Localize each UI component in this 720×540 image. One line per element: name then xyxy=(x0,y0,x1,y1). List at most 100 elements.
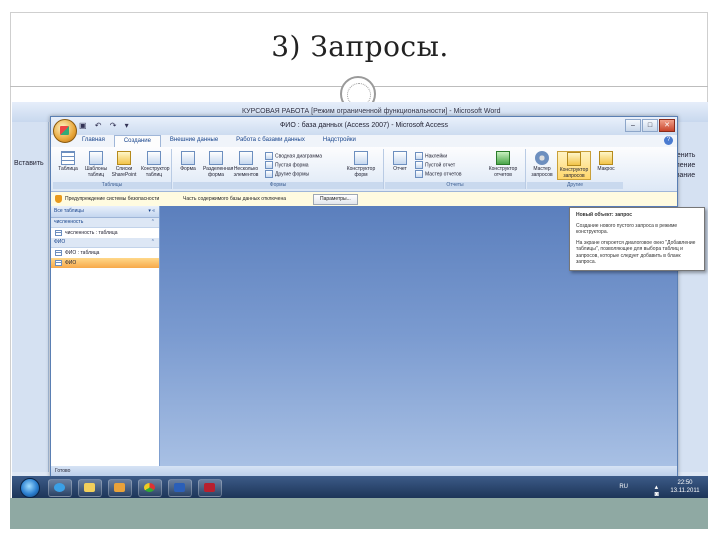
taskbar-access-button[interactable] xyxy=(198,479,222,497)
security-warning-text: Предупреждение системы безопасности xyxy=(65,196,160,202)
tray-icons[interactable]: ▴ ◙ ◈ ◀ xyxy=(655,483,662,498)
slide-title: 3) Запросы. xyxy=(271,30,449,63)
query-design-button[interactable]: Конструктор запросов xyxy=(557,151,591,180)
options-button[interactable]: Параметры... xyxy=(313,194,358,205)
form-icon xyxy=(181,151,195,165)
minimize-icon[interactable]: – xyxy=(625,119,641,132)
clock-date: 13.11.2011 xyxy=(670,488,700,494)
form-design-button[interactable]: Конструктор форм xyxy=(343,151,379,178)
start-button[interactable] xyxy=(20,478,40,498)
word-paste-label[interactable]: Вставить xyxy=(14,160,44,167)
query-wizard-label: Мастер запросов xyxy=(531,166,553,178)
taskbar-explorer-button[interactable] xyxy=(78,479,102,497)
collapse-icon[interactable]: ⌃ xyxy=(151,218,155,227)
group-label-reports: Отчеты xyxy=(385,182,525,189)
windows-taskbar: RU ▴ ◙ ◈ ◀ 22:50 13.11.2011 xyxy=(12,476,708,498)
tab-create[interactable]: Создание xyxy=(113,135,161,147)
close-icon[interactable]: ✕ xyxy=(659,119,675,132)
multiple-items-icon xyxy=(239,151,253,165)
nav-item-fio-table[interactable]: ФИО : таблица xyxy=(51,248,159,258)
ribbon: Таблица Шаблоны таблиц Списки SharePoint… xyxy=(51,147,677,192)
more-forms-icon xyxy=(265,170,273,178)
more-forms-label: Другие формы xyxy=(275,171,310,178)
split-form-icon xyxy=(209,151,223,165)
pivot-chart-item[interactable]: Сводная диаграмма xyxy=(265,152,322,160)
table-design-button[interactable]: Конструктор таблиц xyxy=(141,151,170,178)
tab-home[interactable]: Главная xyxy=(73,135,114,147)
more-forms-item[interactable]: Другие формы xyxy=(265,170,309,178)
table-icon xyxy=(55,260,62,266)
office-button[interactable] xyxy=(53,119,77,143)
language-indicator[interactable]: RU xyxy=(619,484,628,490)
taskbar-ie-button[interactable] xyxy=(48,479,72,497)
nav-item-label: ФИО xyxy=(65,260,77,266)
nav-group-chislennost[interactable]: численность ⌃ xyxy=(51,218,159,228)
report-design-button[interactable]: Конструктор отчетов xyxy=(485,151,521,178)
report-wizard-item[interactable]: Мастер отчетов xyxy=(415,170,462,178)
nav-item-label: численность : таблица xyxy=(65,230,118,236)
group-forms: Форма Разделенная форма Несколько элемен… xyxy=(173,149,384,189)
form-label: Форма xyxy=(180,166,196,172)
ie-icon xyxy=(54,483,65,492)
security-message-bar: Предупреждение системы безопасности Част… xyxy=(51,192,677,207)
access-title: ФИО : база данных (Access 2007) - Micros… xyxy=(279,122,448,129)
taskbar-chrome-button[interactable] xyxy=(138,479,162,497)
tooltip-title: Новый объект: запрос xyxy=(576,212,633,218)
form-button[interactable]: Форма xyxy=(175,151,201,172)
word-icon xyxy=(174,483,185,492)
maximize-icon[interactable]: □ xyxy=(642,119,658,132)
word-left-ribbon: Вставить xyxy=(12,122,49,472)
labels-icon xyxy=(415,152,423,160)
window-controls: – □ ✕ xyxy=(625,119,675,132)
report-label: Отчет xyxy=(393,166,407,172)
security-warning-sub: Часть содержимого базы данных отключена xyxy=(183,196,286,202)
blank-report-label: Пустой отчет xyxy=(425,162,456,169)
blank-form-item[interactable]: Пустая форма xyxy=(265,161,309,169)
access-titlebar: ФИО : база данных (Access 2007) - Micros… xyxy=(51,117,677,135)
navigation-pane: Все таблицы ▾ « численность ⌃ численност… xyxy=(51,206,160,466)
group-reports: Отчет Наклейки Пустой отчет Мастер отчет… xyxy=(385,149,526,189)
multiple-items-button[interactable]: Несколько элементов xyxy=(233,151,259,178)
collapse-icon[interactable]: ⌃ xyxy=(151,238,155,247)
tab-addins[interactable]: Надстройки xyxy=(314,135,365,147)
labels-label: Наклейки xyxy=(425,153,448,160)
report-button[interactable]: Отчет xyxy=(387,151,413,172)
chrome-icon xyxy=(144,483,155,492)
tab-database-tools[interactable]: Работа с базами данных xyxy=(227,135,314,147)
sharepoint-icon xyxy=(117,151,131,165)
taskbar-media-button[interactable] xyxy=(108,479,132,497)
nav-pane-header[interactable]: Все таблицы ▾ « xyxy=(51,206,159,218)
report-wizard-label: Мастер отчетов xyxy=(425,171,462,178)
labels-item[interactable]: Наклейки xyxy=(415,152,447,160)
ribbon-tabs: Главная Создание Внешние данные Работа с… xyxy=(73,135,365,147)
split-form-button[interactable]: Разделенная форма xyxy=(203,151,233,178)
taskbar-word-button[interactable] xyxy=(168,479,192,497)
clock[interactable]: 22:50 13.11.2011 xyxy=(668,479,702,495)
nav-group-label: численность xyxy=(54,219,84,225)
access-window: ФИО : база данных (Access 2007) - Micros… xyxy=(50,116,705,478)
help-icon[interactable]: ? xyxy=(664,136,673,145)
report-design-icon xyxy=(496,151,510,165)
tooltip-text-2: На экране откроется диалоговое окно "Доб… xyxy=(576,239,696,266)
sharepoint-lists-button[interactable]: Списки SharePoint xyxy=(111,151,137,178)
table-button[interactable]: Таблица xyxy=(55,151,81,172)
blank-form-icon xyxy=(265,161,273,169)
table-templates-label: Шаблоны таблиц xyxy=(84,166,108,178)
nav-item-fio[interactable]: ФИО xyxy=(51,258,159,268)
tab-external-data[interactable]: Внешние данные xyxy=(161,135,227,147)
group-other: Мастер запросов Конструктор запросов Мак… xyxy=(527,149,623,189)
query-design-tooltip: Новый объект: запрос Создание нового пус… xyxy=(569,207,705,271)
table-templates-button[interactable]: Шаблоны таблиц xyxy=(83,151,109,178)
blank-report-item[interactable]: Пустой отчет xyxy=(415,161,455,169)
nav-group-fio[interactable]: ФИО ⌃ xyxy=(51,238,159,248)
macro-button[interactable]: Макрос xyxy=(593,151,619,172)
nav-item-chislennost-table[interactable]: численность : таблица xyxy=(51,228,159,238)
query-wizard-button[interactable]: Мастер запросов xyxy=(529,151,555,178)
folder-icon xyxy=(84,483,95,492)
macro-label: Макрос xyxy=(597,166,615,172)
table-design-label: Конструктор таблиц xyxy=(141,166,170,178)
group-tables: Таблица Шаблоны таблиц Списки SharePoint… xyxy=(53,149,172,189)
chevron-down-icon[interactable]: ▾ « xyxy=(148,206,155,217)
quick-access-toolbar[interactable]: ▣ ↶ ↷ ▾ xyxy=(79,121,132,130)
pivot-chart-icon xyxy=(265,152,273,160)
